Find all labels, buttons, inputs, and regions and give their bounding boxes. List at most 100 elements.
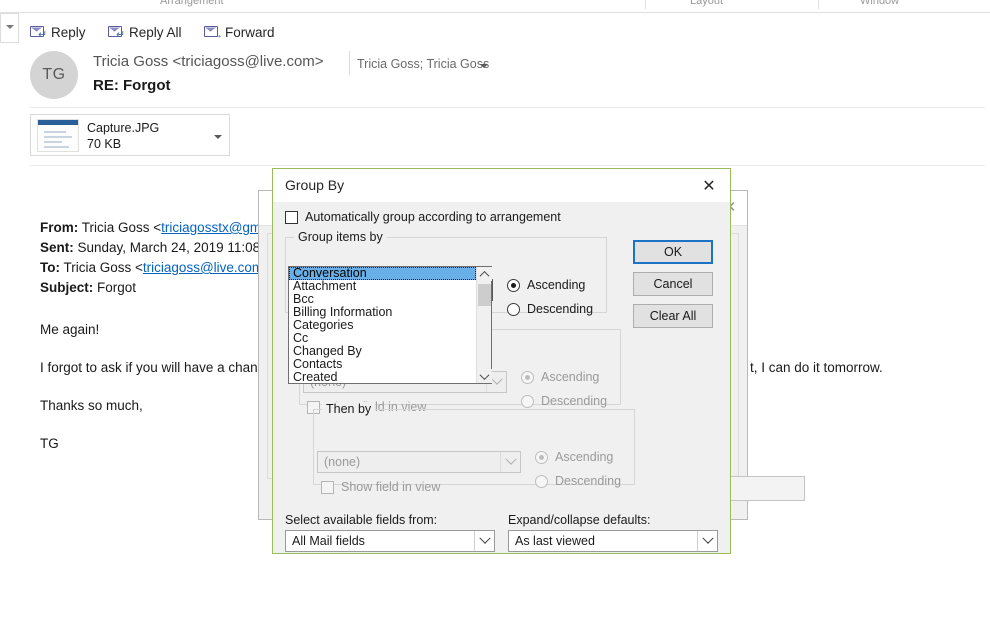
select-available-fields-label: Select available fields from: [285, 513, 438, 527]
then-by-2-descending-radio [535, 474, 548, 488]
close-icon[interactable]: ✕ [692, 173, 726, 198]
reply-all-envelope-icon: ↵ [107, 26, 125, 41]
group-items-by-descending-radio[interactable] [507, 302, 520, 316]
chevron-down-icon[interactable] [697, 531, 717, 551]
then-by-1-ascending-radio [521, 370, 534, 384]
then-by-1-descending-row: Descending [521, 394, 607, 408]
attachment-thumbnail-icon [37, 119, 79, 152]
reply-button-label: Reply [51, 25, 86, 40]
avatar: TG [30, 51, 78, 99]
body-paragraph-right: t, I can do it tomorrow. [750, 360, 883, 375]
ribbon-group-layout: Layout [690, 0, 724, 7]
then-by-2-ascending-label: Ascending [555, 450, 614, 464]
auto-group-checkbox-row[interactable]: Automatically group according to arrange… [285, 210, 561, 224]
scroll-up-icon[interactable] [477, 267, 492, 281]
recipient-divider [349, 51, 350, 75]
group-items-by-dropdown-list[interactable]: Conversation Attachment Bcc Billing Informa… [288, 266, 492, 384]
dialog-title: Group By [285, 177, 345, 193]
reply-envelope-icon: ↵ [30, 26, 47, 41]
attachment-name: Capture.JPG [87, 121, 160, 135]
expand-collapse-defaults-combobox[interactable]: As last viewed [508, 530, 718, 552]
message-subject: RE: Forgot [93, 77, 171, 94]
view-settings-button[interactable] [729, 476, 805, 501]
attachment-chip[interactable]: Capture.JPG 70 KB [30, 114, 230, 156]
body-header-to-value: Tricia Goss < [63, 260, 143, 275]
chevron-down-icon [500, 452, 520, 472]
chevron-down-icon[interactable] [474, 531, 494, 551]
then-by-1-descending-label: Descending [541, 394, 608, 408]
dropdown-scrollbar[interactable] [476, 267, 492, 383]
then-by-2-legend: Then by [322, 402, 376, 416]
ribbon-group-window: Window [860, 0, 900, 7]
then-by-2-ascending-row: Ascending [535, 450, 613, 464]
body-header-sent-value: Sunday, March 24, 2019 11:08 [77, 240, 261, 255]
then-by-2-combobox: (none) [317, 451, 521, 473]
auto-group-label: Automatically group according to arrange… [305, 210, 561, 224]
auto-group-checkbox[interactable] [285, 210, 298, 224]
reply-button[interactable]: ↵ Reply [30, 25, 86, 41]
dropdown-option[interactable]: Categories [289, 319, 476, 332]
body-header-from-label: From: [40, 220, 79, 235]
forward-button[interactable]: → Forward [203, 25, 275, 41]
collapse-ribbon-button[interactable] [0, 13, 19, 43]
dropdown-option[interactable]: Attachment [289, 280, 476, 293]
cancel-button[interactable]: Cancel [633, 272, 713, 296]
body-header-to-link[interactable]: triciagoss@live.com [143, 260, 263, 275]
select-available-fields-combobox[interactable]: All Mail fields [285, 530, 495, 552]
forward-envelope-icon: → [203, 26, 223, 41]
attachment-size: 70 KB [87, 137, 122, 151]
forward-button-label: Forward [224, 25, 275, 40]
ribbon-separator [645, 0, 646, 9]
then-by-2-value: (none) [324, 455, 361, 469]
ok-button[interactable]: OK [633, 240, 713, 264]
group-items-by-ascending-label: Ascending [527, 278, 586, 292]
ribbon-strip: Arrangement Layout Window [0, 0, 990, 13]
dropdown-options-list[interactable]: Conversation Attachment Bcc Billing Informa… [289, 267, 476, 383]
then-by-2-descending-row: Descending [535, 474, 621, 488]
then-by-1-ascending-row: Ascending [521, 370, 599, 384]
clear-all-button[interactable]: Clear All [633, 304, 713, 328]
then-by-1-ascending-label: Ascending [541, 370, 600, 384]
chevron-down-icon [6, 25, 14, 29]
body-header-subject-value: Forgot [97, 280, 137, 295]
body-header-subject-label: Subject: [40, 280, 94, 295]
then-by-2-ascending-radio [535, 450, 548, 464]
chevron-down-icon[interactable] [214, 135, 222, 139]
select-available-fields-value: All Mail fields [292, 534, 365, 548]
group-items-by-ascending-radio[interactable] [507, 278, 520, 292]
body-greeting: Me again! [40, 322, 100, 337]
recipient-list: Tricia Goss; Tricia Goss [357, 57, 490, 71]
then-by-1-descending-radio [521, 394, 534, 408]
scroll-down-icon[interactable] [477, 369, 492, 383]
group-items-by-descending-row[interactable]: Descending [507, 302, 593, 316]
body-signature: TG [40, 436, 59, 451]
dropdown-option[interactable]: Created [289, 371, 476, 384]
reply-all-button[interactable]: ↵ Reply All [107, 25, 182, 41]
then-by-2-show-field-label: Show field in view [341, 480, 441, 494]
expand-collapse-defaults-label: Expand/collapse defaults: [508, 513, 651, 527]
body-paragraph-left: I forgot to ask if you will have a chan [40, 360, 258, 375]
group-items-by-descending-label: Descending [527, 302, 594, 316]
then-by-2-show-field-row: Show field in view [321, 480, 440, 494]
then-by-2-show-field-checkbox [321, 480, 334, 494]
ribbon-separator [818, 0, 819, 9]
scrollbar-thumb[interactable] [478, 284, 491, 306]
group-items-by-legend: Group items by [294, 230, 387, 244]
reply-all-button-label: Reply All [128, 25, 182, 40]
ribbon-group-arrangement: Arrangement [160, 0, 224, 7]
body-header-from-link[interactable]: triciagosstx@gma [161, 220, 269, 235]
chevron-down-icon[interactable] [480, 64, 488, 68]
expand-collapse-defaults-value: As last viewed [515, 534, 595, 548]
group-items-by-ascending-row[interactable]: Ascending [507, 278, 585, 292]
dialog-titlebar: Group By ✕ [273, 169, 730, 202]
attachment-divider [30, 165, 985, 166]
then-by-2-descending-label: Descending [555, 474, 622, 488]
body-header-from-value: Tricia Goss < [81, 220, 162, 235]
body-closing: Thanks so much, [40, 398, 143, 413]
reply-action-bar: ↵ Reply ↵ Reply All → Forward [30, 25, 292, 47]
body-header-sent-label: Sent: [40, 240, 74, 255]
body-header-to-label: To: [40, 260, 60, 275]
header-divider [30, 107, 985, 108]
screen-root: Arrangement Layout Window ↵ Reply ↵ Repl… [0, 0, 990, 618]
sender-address: Tricia Goss <triciagoss@live.com> [93, 53, 324, 70]
